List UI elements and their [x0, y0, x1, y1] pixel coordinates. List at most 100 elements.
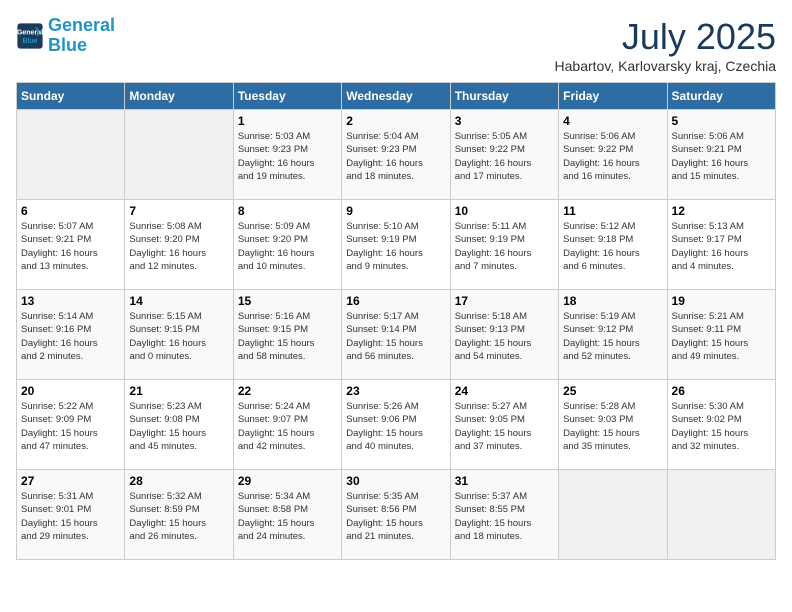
day-number: 16: [346, 294, 445, 308]
day-detail: Sunrise: 5:14 AM Sunset: 9:16 PM Dayligh…: [21, 310, 120, 363]
day-number: 30: [346, 474, 445, 488]
calendar-week-row: 13 Sunrise: 5:14 AM Sunset: 9:16 PM Dayli…: [17, 290, 776, 380]
day-number: 23: [346, 384, 445, 398]
calendar-day-cell: 15Sunrise: 5:16 AM Sunset: 9:15 PM Dayli…: [233, 290, 341, 380]
weekday-header-row: SundayMondayTuesdayWednesdayThursdayFrid…: [17, 83, 776, 110]
day-number: 6: [21, 204, 120, 218]
calendar-day-cell: [125, 110, 233, 200]
weekday-header-cell: Thursday: [450, 83, 558, 110]
weekday-header-cell: Monday: [125, 83, 233, 110]
day-detail: Sunrise: 5:27 AM Sunset: 9:05 PM Dayligh…: [455, 400, 554, 453]
day-number: 25: [563, 384, 662, 398]
day-detail: Sunrise: 5:11 AM Sunset: 9:19 PM Dayligh…: [455, 220, 554, 273]
day-number: 29: [238, 474, 337, 488]
calendar-week-row: 27Sunrise: 5:31 AM Sunset: 9:01 PM Dayli…: [17, 470, 776, 560]
day-number: 7: [129, 204, 228, 218]
day-detail: Sunrise: 5:35 AM Sunset: 8:56 PM Dayligh…: [346, 490, 445, 543]
day-number: 15: [238, 294, 337, 308]
weekday-header-cell: Friday: [559, 83, 667, 110]
day-number: 9: [346, 204, 445, 218]
day-number: 3: [455, 114, 554, 128]
day-number: 22: [238, 384, 337, 398]
logo-text: GeneralBlue: [48, 16, 115, 56]
calendar-day-cell: 4 Sunrise: 5:06 AM Sunset: 9:22 PM Daylig…: [559, 110, 667, 200]
calendar-day-cell: 14 Sunrise: 5:15 AM Sunset: 9:15 PM Dayli…: [125, 290, 233, 380]
day-detail: Sunrise: 5:17 AM Sunset: 9:14 PM Dayligh…: [346, 310, 445, 363]
calendar-week-row: 6 Sunrise: 5:07 AM Sunset: 9:21 PM Daylig…: [17, 200, 776, 290]
calendar-day-cell: 28Sunrise: 5:32 AM Sunset: 8:59 PM Dayli…: [125, 470, 233, 560]
day-detail: Sunrise: 5:12 AM Sunset: 9:18 PM Dayligh…: [563, 220, 662, 273]
day-number: 10: [455, 204, 554, 218]
weekday-header-cell: Wednesday: [342, 83, 450, 110]
calendar-day-cell: 24 Sunrise: 5:27 AM Sunset: 9:05 PM Dayli…: [450, 380, 558, 470]
calendar-day-cell: 23 Sunrise: 5:26 AM Sunset: 9:06 PM Dayli…: [342, 380, 450, 470]
calendar-day-cell: 10 Sunrise: 5:11 AM Sunset: 9:19 PM Dayli…: [450, 200, 558, 290]
day-detail: Sunrise: 5:22 AM Sunset: 9:09 PM Dayligh…: [21, 400, 120, 453]
day-detail: Sunrise: 5:26 AM Sunset: 9:06 PM Dayligh…: [346, 400, 445, 453]
day-detail: Sunrise: 5:28 AM Sunset: 9:03 PM Dayligh…: [563, 400, 662, 453]
day-number: 19: [672, 294, 771, 308]
day-number: 20: [21, 384, 120, 398]
calendar-day-cell: 1Sunrise: 5:03 AM Sunset: 9:23 PM Daylig…: [233, 110, 341, 200]
day-detail: Sunrise: 5:07 AM Sunset: 9:21 PM Dayligh…: [21, 220, 120, 273]
day-number: 24: [455, 384, 554, 398]
day-number: 2: [346, 114, 445, 128]
calendar-day-cell: 21 Sunrise: 5:23 AM Sunset: 9:08 PM Dayli…: [125, 380, 233, 470]
calendar-day-cell: 13 Sunrise: 5:14 AM Sunset: 9:16 PM Dayli…: [17, 290, 125, 380]
calendar-day-cell: 29 Sunrise: 5:34 AM Sunset: 8:58 PM Dayli…: [233, 470, 341, 560]
calendar-day-cell: [17, 110, 125, 200]
day-number: 18: [563, 294, 662, 308]
day-number: 14: [129, 294, 228, 308]
calendar-day-cell: 22 Sunrise: 5:24 AM Sunset: 9:07 PM Dayli…: [233, 380, 341, 470]
day-detail: Sunrise: 5:06 AM Sunset: 9:21 PM Dayligh…: [672, 130, 771, 183]
weekday-header-cell: Tuesday: [233, 83, 341, 110]
day-number: 12: [672, 204, 771, 218]
calendar-week-row: 1Sunrise: 5:03 AM Sunset: 9:23 PM Daylig…: [17, 110, 776, 200]
day-number: 21: [129, 384, 228, 398]
day-number: 13: [21, 294, 120, 308]
day-detail: Sunrise: 5:09 AM Sunset: 9:20 PM Dayligh…: [238, 220, 337, 273]
calendar-day-cell: 7 Sunrise: 5:08 AM Sunset: 9:20 PM Daylig…: [125, 200, 233, 290]
weekday-header-cell: Saturday: [667, 83, 775, 110]
calendar-day-cell: 19Sunrise: 5:21 AM Sunset: 9:11 PM Dayli…: [667, 290, 775, 380]
day-detail: Sunrise: 5:18 AM Sunset: 9:13 PM Dayligh…: [455, 310, 554, 363]
calendar-week-row: 20 Sunrise: 5:22 AM Sunset: 9:09 PM Dayli…: [17, 380, 776, 470]
calendar-day-cell: 18 Sunrise: 5:19 AM Sunset: 9:12 PM Dayli…: [559, 290, 667, 380]
calendar-day-cell: [559, 470, 667, 560]
day-number: 28: [129, 474, 228, 488]
title-area: July 2025 Habartov, Karlovarsky kraj, Cz…: [555, 16, 776, 74]
day-detail: Sunrise: 5:24 AM Sunset: 9:07 PM Dayligh…: [238, 400, 337, 453]
day-detail: Sunrise: 5:08 AM Sunset: 9:20 PM Dayligh…: [129, 220, 228, 273]
calendar-day-cell: 12Sunrise: 5:13 AM Sunset: 9:17 PM Dayli…: [667, 200, 775, 290]
calendar-day-cell: 25 Sunrise: 5:28 AM Sunset: 9:03 PM Dayli…: [559, 380, 667, 470]
day-detail: Sunrise: 5:31 AM Sunset: 9:01 PM Dayligh…: [21, 490, 120, 543]
day-number: 31: [455, 474, 554, 488]
calendar-day-cell: 26Sunrise: 5:30 AM Sunset: 9:02 PM Dayli…: [667, 380, 775, 470]
calendar-day-cell: 31 Sunrise: 5:37 AM Sunset: 8:55 PM Dayli…: [450, 470, 558, 560]
logo-icon: General Blue: [16, 22, 44, 50]
day-detail: Sunrise: 5:34 AM Sunset: 8:58 PM Dayligh…: [238, 490, 337, 543]
weekday-header-cell: Sunday: [17, 83, 125, 110]
calendar-day-cell: [667, 470, 775, 560]
day-detail: Sunrise: 5:04 AM Sunset: 9:23 PM Dayligh…: [346, 130, 445, 183]
day-number: 11: [563, 204, 662, 218]
day-detail: Sunrise: 5:19 AM Sunset: 9:12 PM Dayligh…: [563, 310, 662, 363]
day-number: 5: [672, 114, 771, 128]
day-number: 4: [563, 114, 662, 128]
day-detail: Sunrise: 5:15 AM Sunset: 9:15 PM Dayligh…: [129, 310, 228, 363]
calendar-day-cell: 3Sunrise: 5:05 AM Sunset: 9:22 PM Daylig…: [450, 110, 558, 200]
calendar-day-cell: 6 Sunrise: 5:07 AM Sunset: 9:21 PM Daylig…: [17, 200, 125, 290]
day-detail: Sunrise: 5:06 AM Sunset: 9:22 PM Dayligh…: [563, 130, 662, 183]
day-detail: Sunrise: 5:23 AM Sunset: 9:08 PM Dayligh…: [129, 400, 228, 453]
day-number: 8: [238, 204, 337, 218]
calendar-day-cell: 17Sunrise: 5:18 AM Sunset: 9:13 PM Dayli…: [450, 290, 558, 380]
day-detail: Sunrise: 5:37 AM Sunset: 8:55 PM Dayligh…: [455, 490, 554, 543]
calendar-day-cell: 16 Sunrise: 5:17 AM Sunset: 9:14 PM Dayli…: [342, 290, 450, 380]
day-detail: Sunrise: 5:10 AM Sunset: 9:19 PM Dayligh…: [346, 220, 445, 273]
calendar-day-cell: 30 Sunrise: 5:35 AM Sunset: 8:56 PM Dayli…: [342, 470, 450, 560]
calendar-day-cell: 2 Sunrise: 5:04 AM Sunset: 9:23 PM Daylig…: [342, 110, 450, 200]
calendar-day-cell: 11 Sunrise: 5:12 AM Sunset: 9:18 PM Dayli…: [559, 200, 667, 290]
page-header: General Blue GeneralBlue July 2025 Habar…: [16, 16, 776, 74]
day-detail: Sunrise: 5:03 AM Sunset: 9:23 PM Dayligh…: [238, 130, 337, 183]
calendar-table: SundayMondayTuesdayWednesdayThursdayFrid…: [16, 82, 776, 560]
